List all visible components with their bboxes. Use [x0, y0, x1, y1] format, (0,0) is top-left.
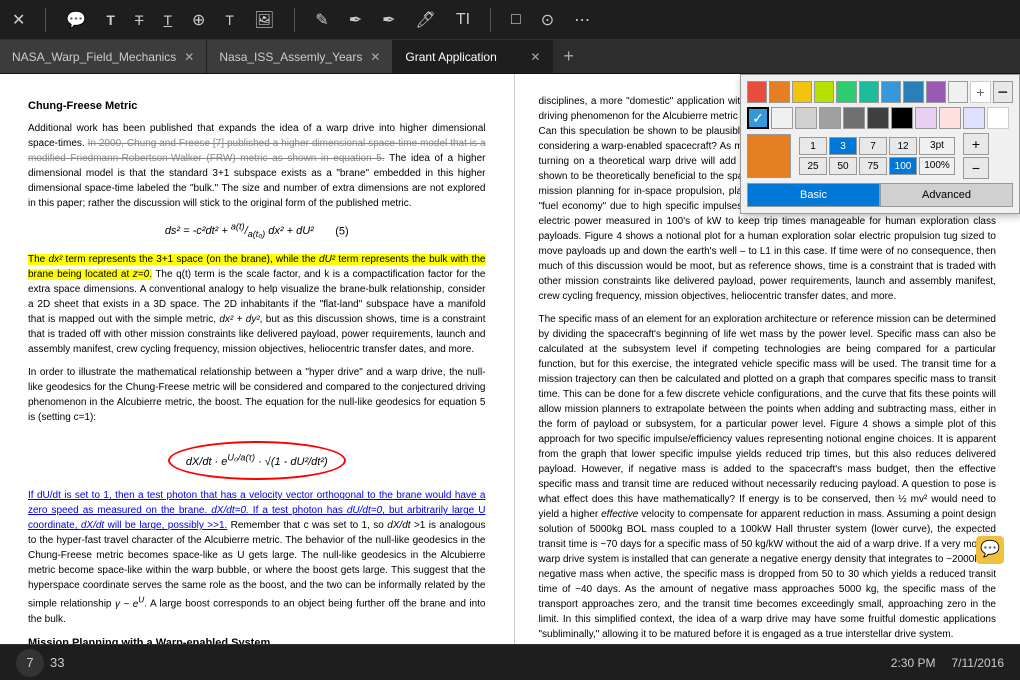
para-blue-link: If dU/dt is set to 1, then a test photon… — [28, 488, 486, 626]
page-number: 7 — [26, 655, 33, 670]
cp-size-3[interactable]: 3 — [829, 137, 857, 155]
sep2 — [294, 8, 295, 32]
cp-tab-advanced[interactable]: Advanced — [880, 183, 1013, 207]
para-2: In order to illustrate the mathematical … — [28, 365, 486, 425]
color-swatch-blue[interactable] — [881, 81, 901, 103]
cp-plus-btn[interactable]: + — [963, 133, 989, 155]
close-icon[interactable]: ✕ — [8, 6, 29, 34]
text-underline-icon[interactable]: T — [159, 8, 176, 32]
time: 2:30 PM — [891, 656, 936, 670]
sep3 — [490, 8, 491, 32]
add-circle-icon[interactable]: ⊕ — [188, 6, 209, 34]
text-strikethrough-icon[interactable]: T — [131, 8, 148, 32]
comment-icon[interactable]: 💬 — [62, 6, 90, 34]
color-swatch-empty[interactable]: + — [970, 81, 990, 103]
color-picker-popup: + − ✓ — [740, 74, 1020, 214]
color-swatch-lime[interactable] — [814, 81, 834, 103]
pencil-icon[interactable]: 🖊 — [412, 6, 440, 34]
section-mission: Mission Planning with a Warp-enabled Sys… — [28, 635, 486, 644]
color-swatch-lavender[interactable] — [915, 107, 937, 129]
color-swatch-lightblue[interactable] — [963, 107, 985, 129]
cp-scale-input[interactable]: 100% — [919, 157, 955, 175]
color-swatches-row1: + − — [747, 81, 1013, 103]
color-swatch-gray1[interactable] — [795, 107, 817, 129]
color-swatch-darkgray[interactable] — [867, 107, 889, 129]
cp-size-7[interactable]: 7 — [859, 137, 887, 155]
section-title-left: Chung-Freese Metric — [28, 98, 486, 115]
tab-label: Nasa_ISS_Assemly_Years — [219, 50, 362, 64]
tab-close-1[interactable]: ✕ — [184, 50, 194, 64]
status-bar: 7 33 2:30 PM 7/11/2016 — [0, 644, 1020, 680]
tab-close-3[interactable]: ✕ — [530, 50, 540, 64]
cp-minus-btn[interactable]: − — [993, 81, 1013, 103]
top-toolbar: ✕ 💬 T T T ⊕ T 🖼 ✎ ✒ ✒ 🖊 TI □ ⊙ ⋯ — [0, 0, 1020, 40]
cp-size-scale-row: 1 3 7 12 3pt 25 50 75 100 100% — [747, 133, 1013, 179]
color-swatches-row2: ✓ — [747, 107, 1013, 129]
tab-grant[interactable]: Grant Application ✕ — [393, 40, 553, 73]
color-swatch-orange[interactable] — [769, 81, 789, 103]
content-area: Chung-Freese Metric Additional work has … — [0, 74, 1020, 644]
edit-icon[interactable]: ✎ — [311, 6, 332, 34]
image-icon[interactable]: 🖼 — [250, 6, 278, 34]
page-left: Chung-Freese Metric Additional work has … — [0, 74, 515, 644]
tab-label: Grant Application — [405, 50, 496, 64]
search-circle-icon[interactable]: ⊙ — [537, 6, 558, 34]
square-icon[interactable]: □ — [507, 7, 525, 33]
color-swatch-yellow[interactable] — [792, 81, 812, 103]
color-swatch-selected-blue[interactable]: ✓ — [747, 107, 769, 129]
cp-size-1[interactable]: 1 — [799, 137, 827, 155]
para-highlighted: The dx² term represents the 3+1 space (o… — [28, 252, 486, 357]
circled-formula: dX/dt · eU₀/a(τ) · √(1 - dU²/dt²) — [168, 441, 346, 480]
circled-formula-container: dX/dt · eU₀/a(τ) · √(1 - dU²/dt²) — [28, 433, 486, 488]
cp-scale-50[interactable]: 50 — [829, 157, 857, 175]
cp-size-options: 1 3 7 12 3pt 25 50 75 100 100% — [799, 137, 955, 175]
cp-scale-75[interactable]: 75 — [859, 157, 887, 175]
page-number-circle: 7 — [16, 649, 44, 677]
taskbar-right: 2:30 PM 7/11/2016 — [891, 656, 1004, 670]
text-icon[interactable]: T — [102, 8, 119, 32]
color-swatch-purple[interactable] — [926, 81, 946, 103]
tab-add-button[interactable]: + — [553, 40, 584, 73]
cp-scale-100[interactable]: 100 — [889, 157, 917, 175]
page-indicator: 7 33 — [16, 649, 64, 677]
sep1 — [45, 8, 46, 32]
tab-iss[interactable]: Nasa_ISS_Assemly_Years ✕ — [207, 40, 393, 73]
cp-tabs: Basic Advanced — [747, 183, 1013, 207]
right-para-2: The specific mass of an element for an e… — [539, 312, 997, 642]
color-swatch-gray3[interactable] — [843, 107, 865, 129]
color-swatch-green[interactable] — [836, 81, 856, 103]
color-swatch-pink[interactable] — [939, 107, 961, 129]
pen2-icon[interactable]: ✒ — [378, 6, 399, 34]
tab-warp-field[interactable]: NASA_Warp_Field_Mechanics ✕ — [0, 40, 207, 73]
tab-label: NASA_Warp_Field_Mechanics — [12, 50, 176, 64]
date: 7/11/2016 — [952, 656, 1005, 670]
color-swatch-white[interactable] — [948, 81, 968, 103]
color-swatch-darkblue[interactable] — [903, 81, 923, 103]
color-swatch-red[interactable] — [747, 81, 767, 103]
color-swatch-lightgray[interactable] — [771, 107, 793, 129]
color-swatch-gray2[interactable] — [819, 107, 841, 129]
para-1: Additional work has been published that … — [28, 121, 486, 211]
color-swatch-black[interactable] — [891, 107, 913, 129]
cp-scale-25[interactable]: 25 — [799, 157, 827, 175]
pen-icon[interactable]: ✒ — [345, 6, 366, 34]
page-total: 33 — [50, 655, 64, 670]
comment-bubble-icon[interactable]: 💬 — [976, 536, 1004, 564]
cp-tab-basic[interactable]: Basic — [747, 183, 880, 207]
cp-selected-color-preview[interactable] — [747, 134, 791, 178]
more-icon[interactable]: ⋯ — [570, 6, 594, 34]
text-cursor-icon[interactable]: TI — [452, 7, 474, 33]
cp-size-12[interactable]: 12 — [889, 137, 917, 155]
tab-bar: NASA_Warp_Field_Mechanics ✕ Nasa_ISS_Ass… — [0, 40, 1020, 74]
color-swatch-teal[interactable] — [859, 81, 879, 103]
page-right: disciplines, a more "domestic" applicati… — [515, 74, 1020, 644]
tab-close-2[interactable]: ✕ — [370, 50, 380, 64]
cp-size-input[interactable]: 3pt — [919, 137, 955, 155]
cp-minus-btn2[interactable]: − — [963, 157, 989, 179]
color-swatch-empty2[interactable] — [987, 107, 1009, 129]
formula-main: ds² = -c²dt² + a(t)/a(t₀) dx² + dU² (5) — [28, 221, 486, 243]
text-highlight-icon[interactable]: T — [221, 8, 238, 32]
cp-plus-minus: + − — [963, 133, 989, 179]
